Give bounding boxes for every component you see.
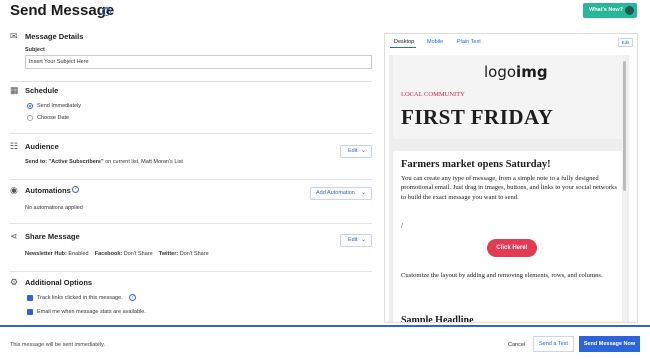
whats-new-button[interactable]: What's New? xyxy=(583,3,637,18)
scroll-thumb[interactable] xyxy=(623,61,626,191)
radio-send-immediately[interactable] xyxy=(27,103,33,109)
section-title: Audience xyxy=(25,142,59,151)
cta-button[interactable]: Click Here! xyxy=(487,239,537,257)
sample-headline: Sample Headline xyxy=(401,315,474,323)
twitter-label: Twitter: xyxy=(158,251,179,257)
audience-section: ☷ Audience Send to: "Active Subscribers"… xyxy=(10,142,372,180)
section-title: Message Details xyxy=(25,32,84,41)
chevron-down-icon: ⌄ xyxy=(360,237,366,243)
facebook-label: Facebook: xyxy=(94,251,123,257)
page-header: Send Message ? What's New? xyxy=(0,0,650,24)
subject-label: Subject xyxy=(25,47,45,53)
footer-status: This message will be sent immediately. xyxy=(10,342,105,348)
edit-label: Edit xyxy=(348,237,358,243)
section-title: Automations xyxy=(25,186,71,195)
tab-desktop[interactable]: Desktop xyxy=(394,39,414,45)
send-to-rest: on current list, Matt Moran's List xyxy=(105,159,183,165)
email-header-block: logoimg LOCAL COMMUNITY FIRST FRIDAY xyxy=(393,55,625,139)
body-paragraph-1: You can create any type of message, from… xyxy=(401,175,617,201)
footer-bar: This message will be sent immediately. C… xyxy=(0,325,650,359)
kicker-text: LOCAL COMMUNITY xyxy=(401,91,465,98)
schedule-section: ▦ Schedule Send Immediately Choose Date xyxy=(10,86,372,134)
envelope-icon: ✉ xyxy=(10,31,18,41)
section-title: Schedule xyxy=(25,86,59,95)
active-tab-indicator xyxy=(390,47,416,48)
cancel-button[interactable]: Cancel xyxy=(508,342,525,348)
logo-light: logo xyxy=(484,63,517,81)
send-test-button[interactable]: Send a Test xyxy=(533,336,574,352)
email-headline: FIRST FRIDAY xyxy=(401,105,554,129)
track-links-checkbox[interactable] xyxy=(27,295,33,301)
automations-section: ◉ Automations ? No automations applied A… xyxy=(10,186,372,224)
track-links-label: Track links clicked in this message. xyxy=(37,295,123,301)
radio-label-date: Choose Date xyxy=(37,115,70,121)
body-heading: Farmers market opens Saturday! xyxy=(401,159,551,170)
send-to-label: Send to: xyxy=(25,159,47,165)
share-section: ⋖ Share Message Newsletter Hub: Enabled … xyxy=(10,232,372,272)
automation-icon: ◉ xyxy=(10,185,18,195)
tab-mobile[interactable]: Mobile xyxy=(427,39,443,45)
newsletter-label: Newsletter Hub: xyxy=(25,251,67,257)
logo: logoimg xyxy=(484,63,548,81)
section-title: Additional Options xyxy=(25,278,93,287)
audience-summary: Send to: "Active Subscribers" on current… xyxy=(25,159,183,165)
whats-new-label: What's New? xyxy=(589,7,624,13)
newsletter-value: Enabled xyxy=(68,251,89,257)
divider-slash: / xyxy=(401,222,403,230)
share-summary: Newsletter Hub: Enabled Facebook: Don't … xyxy=(25,251,209,257)
additional-options-section: ⚙ Additional Options Track links clicked… xyxy=(10,278,372,322)
email-stats-label: Email me when message stats are availabl… xyxy=(37,309,146,315)
body-paragraph-2: Customize the layout by adding and remov… xyxy=(401,272,603,279)
automations-status: No automations applied xyxy=(25,205,83,211)
preview-edit-button[interactable]: Edit xyxy=(618,38,633,47)
email-canvas: logoimg LOCAL COMMUNITY FIRST FRIDAY Far… xyxy=(389,55,629,323)
edit-label: Edit xyxy=(348,148,358,154)
help-icon[interactable]: ? xyxy=(102,7,111,16)
message-details-section: ✉ Message Details Subject Insert Your Su… xyxy=(10,32,372,82)
add-automation-label: Add Automation xyxy=(316,190,355,196)
gear-icon: ⚙ xyxy=(10,277,19,287)
radio-label-immediately: Send Immediately xyxy=(37,103,82,109)
tab-plain-text[interactable]: Plain Text xyxy=(457,39,481,45)
share-edit-button[interactable]: Edit ⌄ xyxy=(340,234,372,247)
help-icon[interactable]: ? xyxy=(72,186,79,193)
share-icon: ⋖ xyxy=(10,231,18,241)
facebook-value: Don't Share xyxy=(123,251,153,257)
audience-edit-button[interactable]: Edit ⌄ xyxy=(340,145,372,158)
calendar-icon: ▦ xyxy=(10,85,19,95)
email-preview-panel: Desktop Mobile Plain Text Edit logoimg L… xyxy=(384,33,638,323)
page-title: Send Message xyxy=(10,2,115,19)
send-message-now-button[interactable]: Send Message Now xyxy=(579,336,640,352)
send-to-value: "Active Subscribers" xyxy=(48,159,104,165)
subject-input[interactable]: Insert Your Subject Here xyxy=(25,55,372,69)
settings-panel: ✉ Message Details Subject Insert Your Su… xyxy=(0,24,382,324)
add-automation-button[interactable]: Add Automation ⌄ xyxy=(310,187,372,200)
puppy-icon xyxy=(625,6,634,15)
chevron-down-icon: ⌄ xyxy=(360,148,366,154)
users-icon: ☷ xyxy=(10,141,19,151)
radio-choose-date[interactable] xyxy=(27,115,33,121)
logo-bold: img xyxy=(516,63,548,81)
section-title: Share Message xyxy=(25,232,80,241)
chevron-down-icon: ⌄ xyxy=(360,190,366,196)
email-stats-checkbox[interactable] xyxy=(27,309,33,315)
help-icon[interactable]: ? xyxy=(129,294,136,301)
email-body-block: Farmers market opens Saturday! You can c… xyxy=(393,151,625,323)
preview-scrollbar[interactable] xyxy=(622,55,627,322)
twitter-value: Don't Share xyxy=(179,251,209,257)
